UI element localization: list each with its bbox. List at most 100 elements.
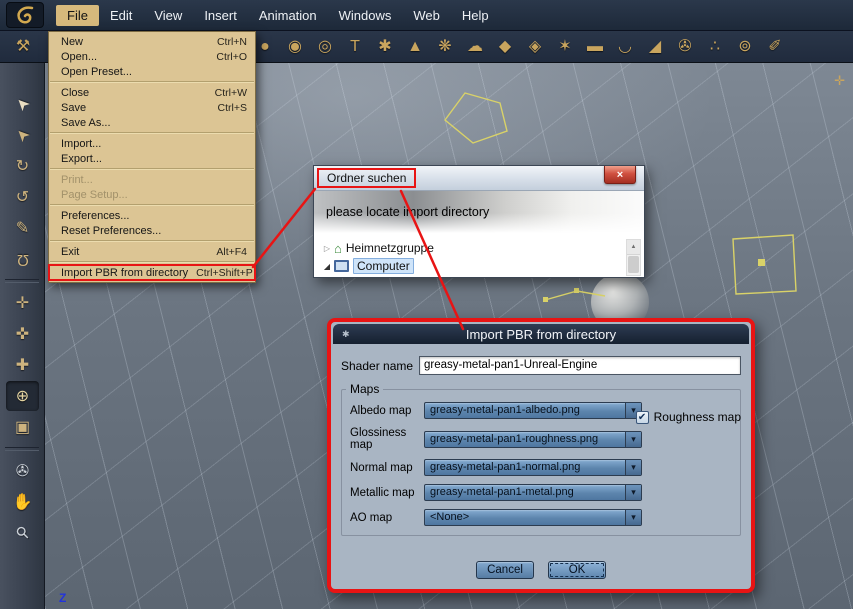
- zoom-icon[interactable]: ⚲: [0, 518, 45, 548]
- chevron-down-icon[interactable]: ▾: [625, 460, 641, 475]
- shader-name-row: Shader name greasy-metal-pan1-Unreal-Eng…: [341, 356, 741, 375]
- sphere-gizmo-icon[interactable]: ⊕: [6, 381, 39, 411]
- tree-item-label[interactable]: Heimnetzgruppe: [346, 241, 434, 255]
- pbr-dialog-title: Import PBR from directory: [465, 326, 617, 342]
- close-button[interactable]: ×: [604, 166, 636, 184]
- menu-item-exit[interactable]: Exit Alt+F4: [49, 244, 255, 259]
- homegroup-icon: ⌂: [334, 240, 342, 256]
- particle-primitive-icon[interactable]: ✱: [370, 32, 400, 62]
- menu-animation[interactable]: Animation: [248, 5, 328, 26]
- metallic-map-dropdown[interactable]: greasy-metal-pan1-metal.png ▾: [424, 484, 642, 501]
- glossiness-map-dropdown[interactable]: greasy-metal-pan1-roughness.png ▾: [424, 430, 642, 448]
- chevron-down-icon[interactable]: ▾: [625, 510, 641, 525]
- tree-item-computer[interactable]: ◢ Computer: [320, 257, 622, 275]
- menu-item-export[interactable]: Export...: [49, 151, 255, 166]
- move-tool-icon[interactable]: ➤: [0, 120, 45, 150]
- star-primitive-icon[interactable]: ✶: [550, 32, 580, 62]
- camera-orbit-icon[interactable]: ✇: [0, 456, 45, 486]
- albedo-map-label: Albedo map: [350, 404, 412, 417]
- translate-gizmo-icon[interactable]: ✛: [0, 288, 45, 318]
- text-primitive-icon[interactable]: T: [340, 32, 370, 62]
- scale-tool-icon[interactable]: ↺: [0, 182, 45, 212]
- dropdown-value: greasy-metal-pan1-albedo.png: [430, 404, 580, 416]
- tool-sidebar: ➤ ➤ ↻ ↺ ✎ Ω ✛ ✜ ✚ ⊕ ▣ ✇ ✋ ⚲: [0, 63, 45, 609]
- menu-item-import-pbr[interactable]: Import PBR from directory Ctrl+Shift+P: [48, 264, 256, 281]
- menu-file[interactable]: File: [56, 4, 99, 26]
- menu-insert[interactable]: Insert: [193, 5, 248, 26]
- box-mode-icon[interactable]: ▣: [0, 412, 45, 442]
- tree-item-homegroup[interactable]: ▷ ⌂ Heimnetzgruppe: [320, 239, 622, 257]
- scatter-object-icon[interactable]: ∴: [700, 32, 730, 62]
- menu-separator: [50, 240, 254, 242]
- menu-item-import[interactable]: Import...: [49, 136, 255, 151]
- normal-map-dropdown[interactable]: greasy-metal-pan1-normal.png ▾: [424, 459, 642, 476]
- hammer-tool-icon[interactable]: ⚒: [8, 32, 38, 62]
- normal-map-label: Normal map: [350, 461, 413, 474]
- torus-primitive-icon[interactable]: ◎: [310, 32, 340, 62]
- menu-windows[interactable]: Windows: [328, 5, 403, 26]
- expand-arrow-icon[interactable]: ▷: [320, 244, 334, 253]
- collapse-arrow-icon[interactable]: ◢: [320, 262, 334, 271]
- chevron-down-icon[interactable]: ▾: [625, 431, 641, 447]
- menu-help[interactable]: Help: [451, 5, 500, 26]
- wireframe-pentagon[interactable]: [444, 92, 508, 144]
- pbr-dialog-titlebar[interactable]: ✱ Import PBR from directory: [333, 324, 749, 344]
- cancel-button[interactable]: Cancel: [476, 561, 534, 579]
- ring-object-icon[interactable]: ⊚: [730, 32, 760, 62]
- dialog-message: please locate import directory: [326, 205, 490, 219]
- axis-gizmo-icon[interactable]: ✚: [0, 350, 45, 380]
- camera-object-icon[interactable]: ✇: [670, 32, 700, 62]
- menu-view[interactable]: View: [143, 5, 193, 26]
- magnet-tool-icon[interactable]: Ω: [0, 244, 45, 274]
- scrollbar-thumb[interactable]: [628, 256, 639, 273]
- cone-primitive-icon[interactable]: ▲: [400, 32, 430, 62]
- menu-edit[interactable]: Edit: [99, 5, 143, 26]
- knife-tool-icon[interactable]: ✎: [0, 213, 45, 243]
- spline-pen-icon[interactable]: ✐: [760, 32, 790, 62]
- chevron-down-icon[interactable]: ▾: [625, 485, 641, 500]
- rotate-tool-icon[interactable]: ↻: [0, 151, 45, 181]
- edge-vertex-handle[interactable]: [574, 288, 579, 293]
- app-logo: [6, 2, 44, 28]
- tree-item-label-selected[interactable]: Computer: [353, 258, 414, 274]
- menu-web[interactable]: Web: [402, 5, 451, 26]
- menu-item-open[interactable]: Open... Ctrl+O: [49, 49, 255, 64]
- folder-dialog-titlebar[interactable]: Ordner suchen ×: [314, 166, 644, 191]
- menu-item-save[interactable]: Save Ctrl+S: [49, 100, 255, 115]
- tree-scrollbar[interactable]: ▲: [626, 239, 641, 276]
- orientation-gizmo-icon[interactable]: ✛: [834, 73, 845, 89]
- pbr-dialog-body: Shader name greasy-metal-pan1-Unreal-Eng…: [331, 344, 751, 589]
- wedge-primitive-icon[interactable]: ◢: [640, 32, 670, 62]
- bowl-primitive-icon[interactable]: ◡: [610, 32, 640, 62]
- drop-primitive-icon[interactable]: ◆: [490, 32, 520, 62]
- menu-separator: [50, 204, 254, 206]
- cloud-primitive-icon[interactable]: ☁: [460, 32, 490, 62]
- shader-name-input[interactable]: greasy-metal-pan1-Unreal-Engine: [419, 356, 741, 375]
- menu-item-open-preset[interactable]: Open Preset...: [49, 64, 255, 79]
- roughness-checkbox[interactable]: ✔: [635, 410, 649, 424]
- menu-item-preferences[interactable]: Preferences...: [49, 208, 255, 223]
- ao-map-dropdown[interactable]: <None> ▾: [424, 509, 642, 526]
- dropdown-value: greasy-metal-pan1-normal.png: [430, 461, 581, 473]
- menu-item-close[interactable]: Close Ctrl+W: [49, 85, 255, 100]
- scale-gizmo-icon[interactable]: ✜: [0, 319, 45, 349]
- menu-item-new[interactable]: New Ctrl+N: [49, 34, 255, 49]
- menu-item-reset-preferences[interactable]: Reset Preferences...: [49, 223, 255, 238]
- albedo-map-dropdown[interactable]: greasy-metal-pan1-albedo.png ▾: [424, 402, 642, 419]
- edge-vertex-handle[interactable]: [543, 297, 548, 302]
- menu-item-page-setup: Page Setup...: [61, 188, 128, 201]
- scroll-up-arrow-icon[interactable]: ▲: [627, 240, 640, 255]
- pan-hand-icon[interactable]: ✋: [0, 487, 45, 517]
- ok-button[interactable]: OK: [548, 561, 606, 579]
- capsule-primitive-icon[interactable]: ▬: [580, 32, 610, 62]
- quad-vertex-handle[interactable]: [758, 259, 765, 266]
- computer-icon: [334, 260, 349, 272]
- flower-primitive-icon[interactable]: ❋: [430, 32, 460, 62]
- select-tool-icon[interactable]: ➤: [0, 89, 45, 119]
- maps-group-label: Maps: [346, 382, 384, 396]
- menu-item-save-as[interactable]: Save As...: [49, 115, 255, 130]
- gem-primitive-icon[interactable]: ◈: [520, 32, 550, 62]
- folder-dialog-title: Ordner suchen: [316, 168, 417, 188]
- spiral-primitive-icon[interactable]: ◉: [280, 32, 310, 62]
- metallic-map-label: Metallic map: [350, 486, 415, 499]
